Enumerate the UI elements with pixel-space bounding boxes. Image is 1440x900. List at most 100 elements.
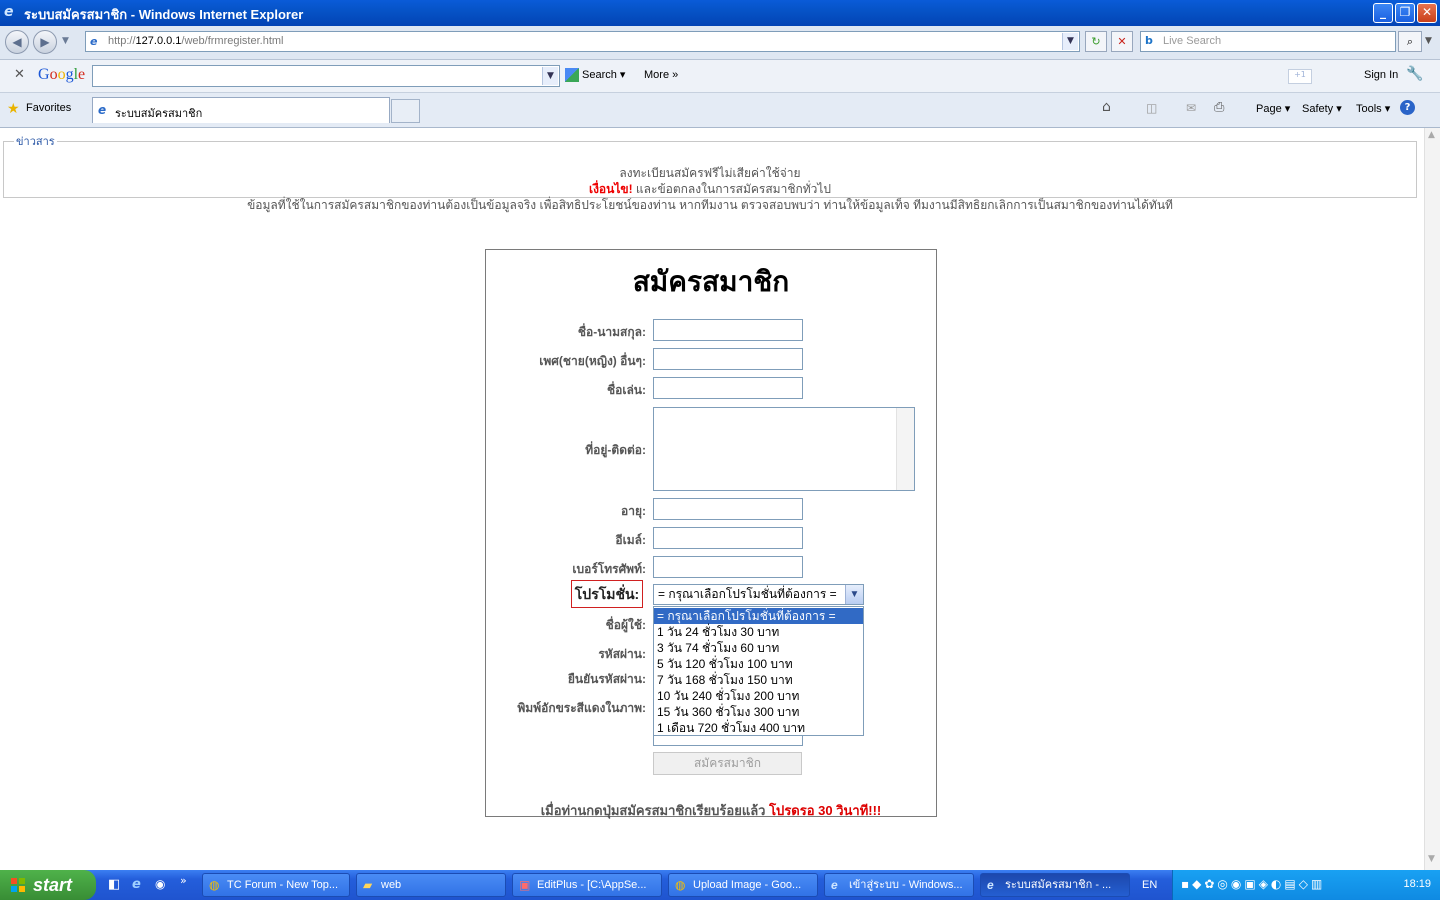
promotion-selected-value: = กรุณาเลือกโปรโมชั่นที่ต้องการ = <box>658 587 837 601</box>
taskbar-button[interactable]: e เข้าสู่ระบบ - Windows... <box>824 873 974 897</box>
promotion-option[interactable]: 7 วัน 168 ชั่วโมง 150 บาท <box>654 672 863 688</box>
quicklaunch-ie-icon[interactable]: e <box>132 877 141 892</box>
gender-input[interactable] <box>653 348 803 370</box>
news-panel: ข่าวสาร ลงทะเบียนสมัครฟรีไม่เสียค่าใช้จ่… <box>3 132 1417 212</box>
fullname-label: ชื่อ-นามสกุล: <box>577 325 646 339</box>
news-line-3: ข้อมูลที่ใช้ในการสมัครสมาชิกของท่านต้องเ… <box>247 198 1173 212</box>
tray-icons[interactable]: ▪◆✿◎◉▣◈◐▤◇▥ <box>1181 877 1325 891</box>
editplus-icon: ▣ <box>519 878 531 892</box>
close-button[interactable]: ✕ <box>1417 3 1437 23</box>
quicklaunch-icon[interactable]: ◧ <box>108 877 120 892</box>
promotion-option[interactable]: = กรุณาเลือกโปรโมชั่นที่ต้องการ = <box>654 608 863 624</box>
email-input[interactable] <box>653 527 803 549</box>
quicklaunch-media-icon[interactable]: ◉ <box>155 877 165 891</box>
window-title: ระบบสมัครสมาชิก - Windows Internet Explo… <box>24 7 304 22</box>
search-icon[interactable]: ⌕ <box>1398 31 1422 52</box>
quicklaunch-more-icon[interactable]: » <box>180 874 187 887</box>
textarea-scrollbar[interactable] <box>896 408 914 490</box>
ie-icon: e <box>987 878 994 892</box>
google-search-button[interactable]: Search ▾ <box>565 68 625 83</box>
fullname-input[interactable] <box>653 319 803 341</box>
minimize-button[interactable]: _ <box>1373 3 1393 23</box>
browser-tab[interactable]: e ระบบสมัครสมาชิก <box>92 97 390 123</box>
taskbar-button[interactable]: ◍ Upload Image - Goo... <box>668 873 818 897</box>
promotion-option[interactable]: 3 วัน 74 ชั่วโมง 60 บาท <box>654 640 863 656</box>
promotion-option[interactable]: 5 วัน 120 ชั่วโมง 100 บาท <box>654 656 863 672</box>
page-menu[interactable]: Page ▾ <box>1256 102 1290 115</box>
confirm-password-label: ยืนยันรหัสผ่าน: <box>567 672 646 686</box>
more-button[interactable]: More » <box>644 69 678 81</box>
taskbar-button[interactable]: ▣ EditPlus - [C:\AppSe... <box>512 873 662 897</box>
history-dropdown-icon[interactable]: ▼ <box>62 36 69 46</box>
google-search-icon <box>565 68 579 83</box>
forward-button[interactable]: ▶ <box>33 30 57 54</box>
feeds-icon[interactable]: ◫ <box>1146 101 1157 115</box>
stop-icon[interactable]: ✕ <box>1111 31 1133 52</box>
chevron-down-icon[interactable]: ▼ <box>845 585 863 604</box>
phone-input[interactable] <box>653 556 803 578</box>
google-dropdown-icon[interactable]: ▼ <box>542 67 558 85</box>
folder-icon: ▰ <box>363 878 373 892</box>
page-content: ข่าวสาร ลงทะเบียนสมัครฟรีไม่เสียค่าใช้จ่… <box>0 128 1424 870</box>
address-input[interactable]: e http://127.0.0.1/web/frmregister.html … <box>85 31 1080 52</box>
tools-menu[interactable]: Tools ▾ <box>1356 102 1390 115</box>
maximize-button[interactable]: ❐ <box>1395 3 1415 23</box>
home-icon[interactable]: ⌂ <box>1102 99 1111 115</box>
taskbar-button[interactable]: ▰ web <box>356 873 506 897</box>
captcha-label: พิมพ์อักขระสีแดงในภาพ: <box>517 701 646 715</box>
clock: 18:19 <box>1403 878 1431 890</box>
promotion-dropdown-list[interactable]: = กรุณาเลือกโปรโมชั่นที่ต้องการ = 1 วัน … <box>653 606 864 736</box>
help-icon[interactable]: ? <box>1400 100 1415 115</box>
age-label: อายุ: <box>621 504 646 518</box>
plus-one-icon[interactable]: +1 <box>1288 69 1312 84</box>
read-mail-icon[interactable]: ✉ <box>1186 101 1196 115</box>
promotion-option[interactable]: 15 วัน 360 ชั่วโมง 300 บาท <box>654 704 863 720</box>
address-textarea[interactable] <box>653 407 915 491</box>
print-icon[interactable]: ⎙ <box>1214 100 1224 115</box>
bing-icon: b <box>1145 34 1153 47</box>
language-indicator[interactable]: EN <box>1142 879 1157 891</box>
nickname-input[interactable] <box>653 377 803 399</box>
taskbar: start ◧ e ◉ » ◍ TC Forum - New Top... ▰ we… <box>0 870 1440 900</box>
page-scrollbar[interactable]: ▲ ▼ <box>1424 128 1440 870</box>
refresh-icon[interactable]: ↻ <box>1085 31 1107 52</box>
promotion-option[interactable]: 1 วัน 24 ชั่วโมง 30 บาท <box>654 624 863 640</box>
close-toolbar-icon[interactable]: ✕ <box>14 67 25 82</box>
nickname-label: ชื่อเล่น: <box>606 383 646 397</box>
taskbar-button[interactable]: ◍ TC Forum - New Top... <box>202 873 350 897</box>
search-options-icon[interactable]: ▼ <box>1425 36 1432 46</box>
new-tab-button[interactable] <box>391 99 420 123</box>
wrench-icon[interactable]: 🔧 <box>1406 66 1423 82</box>
promotion-select[interactable]: = กรุณาเลือกโปรโมชั่นที่ต้องการ = ▼ <box>653 584 864 605</box>
address-label: ที่อยู่-ติดต่อ: <box>585 443 646 457</box>
promotion-label: โปรโมชั่น: <box>571 580 643 608</box>
scroll-up-icon[interactable]: ▲ <box>1428 130 1435 140</box>
sign-in-link[interactable]: Sign In <box>1364 69 1398 81</box>
address-dropdown-icon[interactable]: ▼ <box>1062 33 1078 50</box>
chrome-icon: ◍ <box>675 878 686 892</box>
promotion-option[interactable]: 10 วัน 240 ชั่วโมง 200 บาท <box>654 688 863 704</box>
address-toolbar: ◀ ▶ ▼ e http://127.0.0.1/web/frmregister… <box>0 26 1440 60</box>
google-toolbar: ✕ Google ▼ Search ▾ More » +1 Sign In 🔧 <box>0 60 1440 93</box>
live-search-input[interactable]: b Live Search <box>1140 31 1396 52</box>
username-label: ชื่อผู้ใช้: <box>605 618 646 632</box>
scroll-down-icon[interactable]: ▼ <box>1428 854 1435 864</box>
safety-menu[interactable]: Safety ▾ <box>1302 102 1342 115</box>
back-button[interactable]: ◀ <box>5 30 29 54</box>
google-logo: Google <box>38 66 86 83</box>
ie-icon: e <box>831 878 838 892</box>
start-button[interactable]: start <box>0 870 96 900</box>
register-button[interactable]: สมัครสมาชิก <box>653 752 802 775</box>
system-tray: ▪◆✿◎◉▣◈◐▤◇▥ 18:19 <box>1172 870 1440 900</box>
windows-flag-icon <box>11 878 25 892</box>
tab-ie-icon: e <box>98 103 107 117</box>
age-input[interactable] <box>653 498 803 520</box>
taskbar-button-active[interactable]: e ระบบสมัครสมาชิก - ... <box>980 873 1130 897</box>
password-label: รหัสผ่าน: <box>598 647 646 661</box>
google-search-input[interactable]: ▼ <box>92 65 560 87</box>
tab-title: ระบบสมัครสมาชิก <box>115 108 203 120</box>
promotion-option[interactable]: 1 เดือน 720 ชั่วโมง 400 บาท <box>654 720 863 736</box>
window-titlebar: e ระบบสมัครสมาชิก - Windows Internet Exp… <box>0 0 1440 26</box>
star-icon: ★ <box>7 101 20 117</box>
favorites-button[interactable]: Favorites <box>26 102 71 114</box>
